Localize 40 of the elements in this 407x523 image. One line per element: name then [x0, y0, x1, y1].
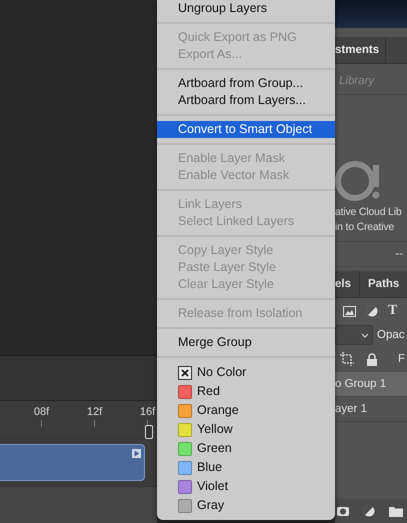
panel-tab[interactable]: els — [335, 271, 360, 297]
menu-item[interactable]: Green — [197, 439, 232, 458]
chevron-icon — [361, 332, 369, 338]
lock-icon[interactable] — [366, 352, 378, 366]
no-color-icon — [178, 366, 192, 380]
tick-label: 16f — [140, 406, 156, 418]
layer-row[interactable]: o Group 1 — [335, 372, 407, 397]
cloud-message: in to Creative — [335, 220, 396, 235]
folder-icon[interactable] — [389, 505, 403, 517]
mask-icon[interactable] — [337, 506, 349, 516]
menu-item[interactable]: Blue — [197, 458, 222, 477]
menu-item[interactable]: Merge Group — [157, 334, 335, 351]
menu-item[interactable]: Artboard from Layers... — [157, 92, 335, 109]
menu-item[interactable]: Gray — [197, 496, 224, 515]
adjustment-filter-icon[interactable] — [366, 305, 378, 317]
artboard-lock-icon[interactable] — [340, 352, 354, 366]
adjustment-icon[interactable] — [363, 505, 375, 517]
menu-item[interactable]: Convert to Smart Object — [157, 121, 335, 138]
layer-row[interactable]: ayer 1 — [335, 397, 407, 422]
menu-item[interactable]: Red — [197, 382, 220, 401]
panel-tab[interactable]: Paths — [368, 271, 407, 297]
opacity-label: Opac — [377, 329, 404, 341]
menu-item[interactable]: Artboard from Group... — [157, 75, 335, 92]
library-field[interactable]: Library — [335, 75, 407, 87]
menu-item[interactable]: Ungroup Layers — [157, 0, 335, 17]
playhead-handle[interactable] — [145, 425, 153, 439]
cloud-message: ative Cloud Lib — [335, 205, 402, 220]
type-filter-icon[interactable]: T — [388, 303, 398, 319]
status-text: -- — [395, 248, 403, 260]
menu-item[interactable]: Violet — [197, 477, 228, 496]
fill-label: F — [398, 353, 406, 365]
image-filter-icon[interactable] — [343, 306, 356, 316]
tick-label: 08f — [34, 406, 50, 418]
menu-item[interactable]: No Color — [197, 363, 246, 382]
menu-item[interactable]: Yellow — [197, 420, 233, 439]
tick-label: 12f — [86, 406, 102, 418]
timeline-clip[interactable] — [0, 444, 145, 481]
play-icon[interactable] — [132, 449, 141, 458]
canvas-area — [335, 0, 407, 28]
menu-item[interactable]: Orange — [197, 401, 239, 420]
